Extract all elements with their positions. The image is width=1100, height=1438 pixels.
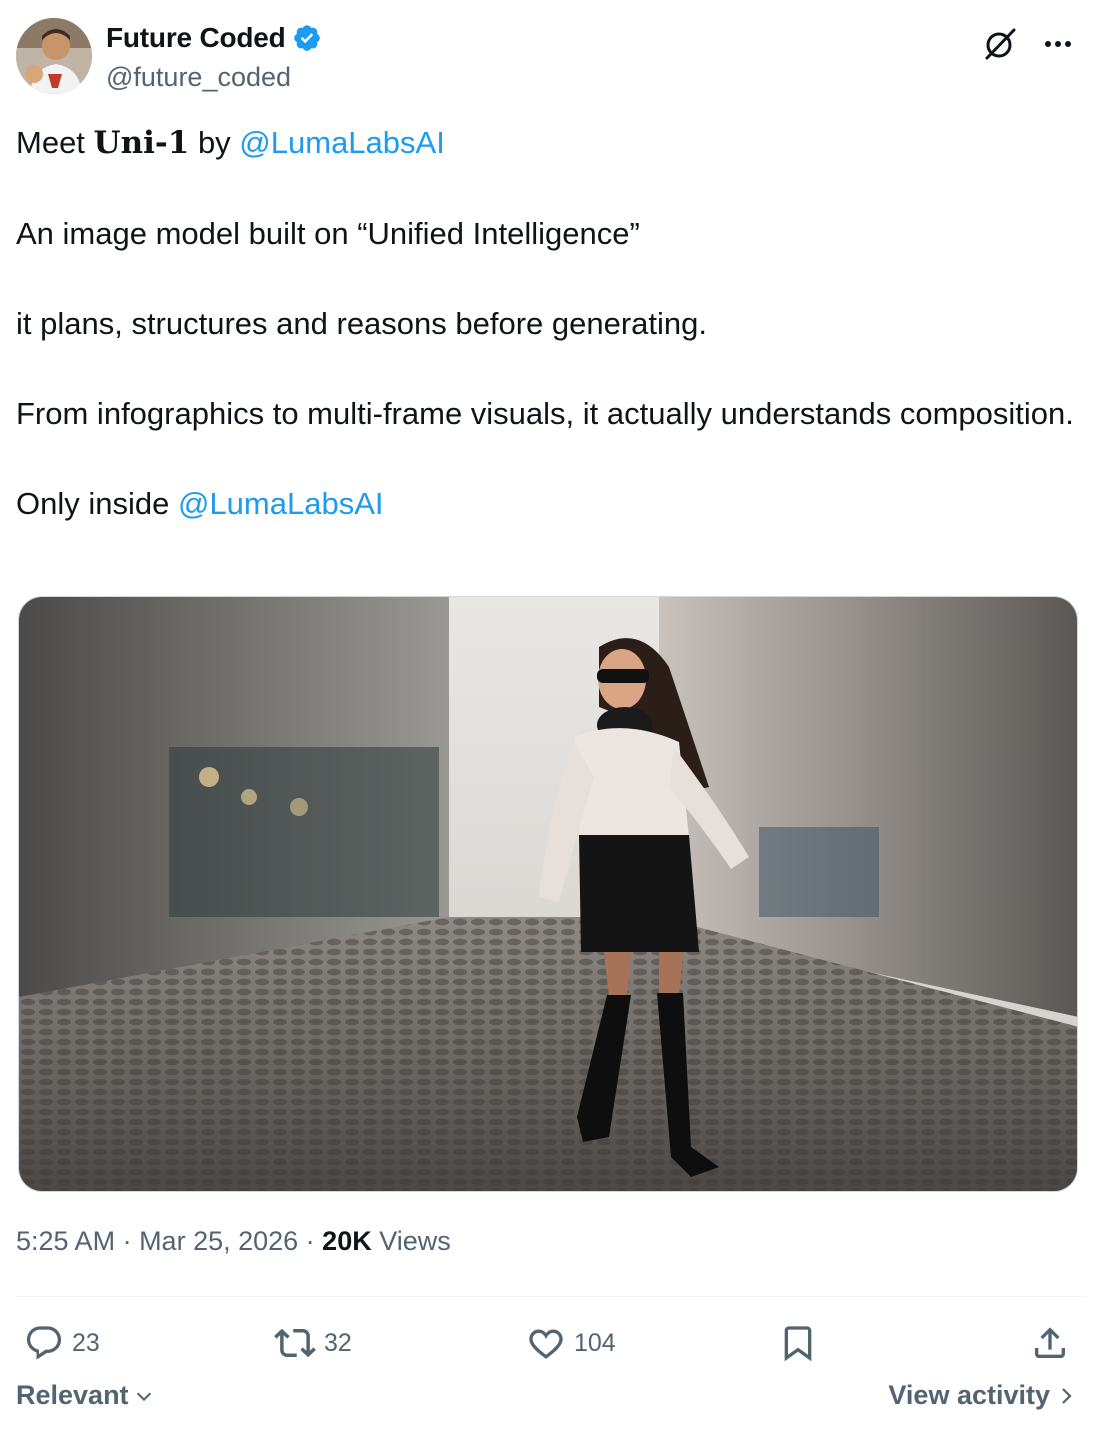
tweet-text: Meet 𝐔𝐧𝐢-𝟏 by @LumaLabsAI An image model…	[16, 120, 1076, 526]
repost-icon	[274, 1328, 316, 1358]
reply-count: 23	[72, 1328, 100, 1357]
repost-count: 32	[324, 1328, 352, 1357]
tweet-paragraph: it plans, structures and reasons before …	[16, 306, 708, 341]
views-count: 20K	[322, 1226, 372, 1256]
tweet-paragraph: From infographics to multi-frame visuals…	[16, 396, 1074, 431]
share-icon	[1035, 1327, 1065, 1358]
name-row: Future Coded	[106, 22, 322, 54]
tweet-paragraph: An image model built on “Unified Intelli…	[16, 216, 640, 251]
street-photo	[19, 597, 1077, 1191]
mention-link[interactable]: @LumaLabsAI	[239, 125, 445, 160]
tweet-time[interactable]: 5:25 AM	[16, 1226, 115, 1256]
avatar[interactable]	[16, 18, 92, 94]
view-activity-link[interactable]: View activity	[888, 1380, 1076, 1411]
tweet-text-span: Only inside	[16, 486, 178, 521]
chevron-down-icon	[136, 1392, 151, 1401]
sort-label: Relevant	[16, 1380, 129, 1410]
header-actions	[980, 24, 1078, 64]
tweet-media-image[interactable]	[18, 596, 1078, 1192]
verified-badge-icon	[292, 23, 322, 53]
action-bar: 23 32 104	[16, 1316, 1076, 1370]
meta-separator: ·	[115, 1226, 140, 1256]
user-handle[interactable]: @future_coded	[106, 62, 291, 93]
tweet-text-span: by	[189, 125, 240, 160]
tweet-date[interactable]: Mar 25, 2026	[139, 1226, 298, 1256]
more-icon[interactable]	[1038, 24, 1078, 64]
tweet-meta: 5:25 AM · Mar 25, 2026 · 20K Views	[16, 1226, 451, 1257]
bookmark-icon	[784, 1326, 812, 1362]
replies-footer: Relevant View activity	[16, 1380, 1076, 1424]
avatar-image	[16, 18, 92, 94]
tweet-text-span: Meet	[16, 125, 94, 160]
grok-icon[interactable]	[980, 24, 1020, 64]
view-activity-label: View activity	[888, 1380, 1050, 1410]
like-count: 104	[574, 1328, 616, 1357]
divider	[16, 1296, 1086, 1297]
bookmark-button[interactable]	[778, 1316, 818, 1370]
reply-button[interactable]: 23	[24, 1316, 100, 1370]
views-label: Views	[371, 1226, 451, 1256]
sort-replies-dropdown[interactable]: Relevant	[16, 1380, 155, 1411]
mention-link[interactable]: @LumaLabsAI	[178, 486, 384, 521]
like-icon	[529, 1329, 563, 1359]
reply-icon	[26, 1326, 62, 1360]
tweet-paragraph: Only inside @LumaLabsAI	[16, 481, 1076, 526]
model-name: 𝐔𝐧𝐢-𝟏	[93, 125, 190, 161]
tweet-header: Future Coded @future_coded	[16, 18, 1086, 98]
chevron-right-icon	[1062, 1387, 1072, 1404]
tweet-paragraph: Meet 𝐔𝐧𝐢-𝟏 by @LumaLabsAI	[16, 120, 1076, 166]
display-name[interactable]: Future Coded	[106, 22, 286, 54]
share-button[interactable]	[1030, 1316, 1070, 1370]
repost-button[interactable]: 32	[274, 1316, 352, 1370]
meta-separator: ·	[298, 1226, 323, 1256]
like-button[interactable]: 104	[526, 1316, 616, 1370]
